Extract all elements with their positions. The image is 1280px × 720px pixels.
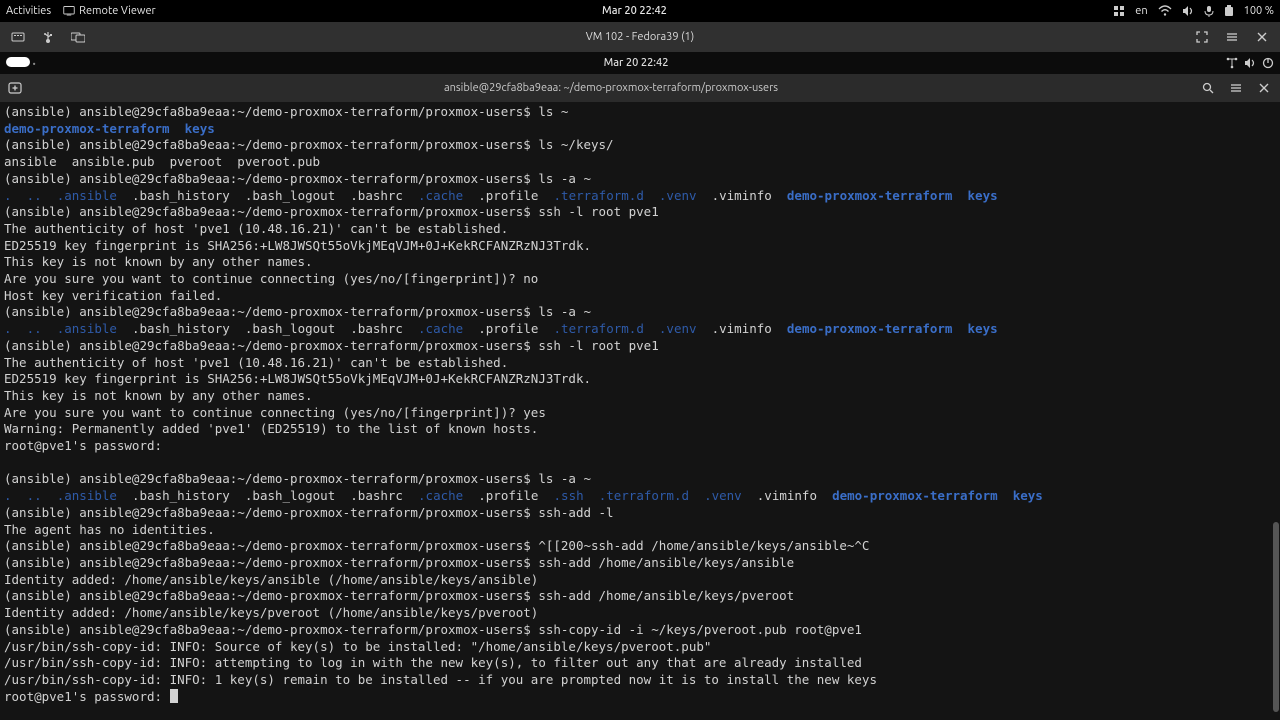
monitors-button[interactable] [66,26,90,48]
clock[interactable]: Mar 20 22:42 [156,5,1114,17]
terminal-menu-button[interactable] [1224,77,1248,99]
new-tab-button[interactable] [4,77,26,99]
remote-viewer-titlebar: VM 102 - Fedora39 (1) [0,22,1280,52]
displays-icon [71,30,85,44]
power-icon [1262,57,1274,69]
send-key-button[interactable] [6,26,30,48]
gnome-top-bar: Activities Remote Viewer Mar 20 22:42 en… [0,0,1280,22]
usb-icon [41,30,55,44]
guest-speaker-icon [1244,57,1256,69]
terminal-close-button[interactable] [1252,77,1276,99]
guest-clock[interactable]: Mar 20 22:42 [46,57,1226,69]
hamburger-icon [1230,82,1242,94]
fullscreen-icon [1196,31,1208,43]
cursor [170,689,178,703]
close-icon [1259,83,1269,93]
search-button[interactable] [1196,77,1220,99]
close-icon [1257,32,1267,42]
keyboard-shortcut-icon [11,30,25,44]
terminal-scrollbar[interactable] [1272,102,1280,720]
speaker-icon [1182,5,1194,17]
fullscreen-button[interactable] [1190,26,1214,48]
menu-button[interactable] [1220,26,1244,48]
terminal-titlebar: ansible@29cfa8ba9eaa: ~/demo-proxmox-ter… [0,74,1280,102]
usb-redirect-button[interactable] [36,26,60,48]
grid-icon [1113,5,1125,17]
wifi-icon [1158,5,1172,17]
network-icon [1226,57,1238,69]
battery-percent: 100 % [1244,5,1274,17]
hamburger-icon [1226,31,1238,43]
monitor-icon [63,5,75,17]
search-icon [1202,82,1214,94]
app-menu[interactable]: Remote Viewer [63,5,156,17]
guest-status-area[interactable] [1226,57,1274,69]
battery-icon [1224,5,1234,17]
keyboard-layout[interactable]: en [1135,5,1147,17]
guest-activities-pill[interactable]: • [6,58,36,70]
activities-button[interactable]: Activities [6,5,51,17]
mic-icon [1204,5,1214,17]
window-title: VM 102 - Fedora39 (1) [90,31,1190,43]
guest-top-bar: • Mar 20 22:42 [0,52,1280,74]
close-button[interactable] [1250,26,1274,48]
scrollbar-thumb[interactable] [1273,522,1279,712]
terminal-body[interactable]: (ansible) ansible@29cfa8ba9eaa:~/demo-pr… [0,102,1280,720]
terminal-title: ansible@29cfa8ba9eaa: ~/demo-proxmox-ter… [26,82,1196,94]
system-status-area[interactable]: en 100 % [1113,5,1274,17]
new-tab-icon [7,80,23,96]
